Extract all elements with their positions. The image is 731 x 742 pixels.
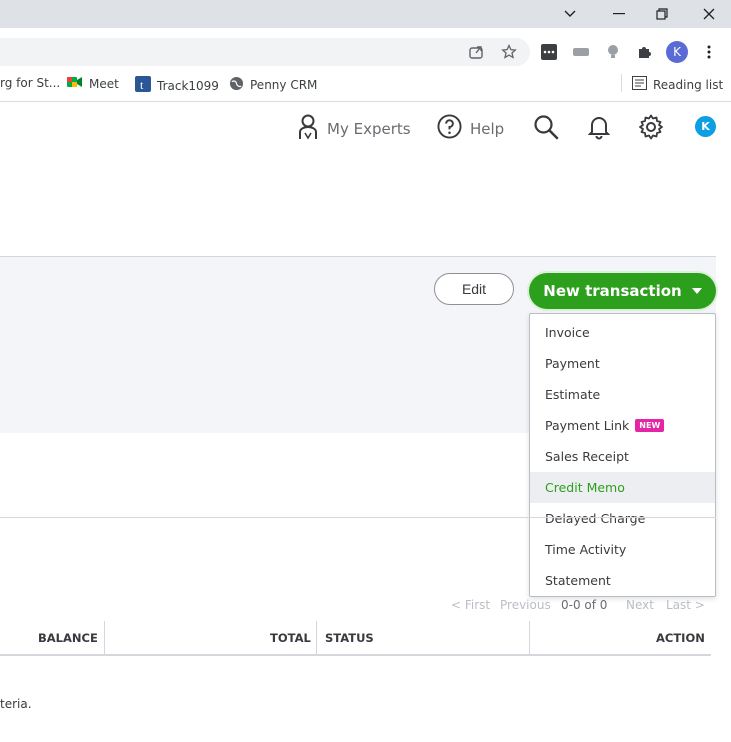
column-header-status[interactable]: STATUS [325, 621, 374, 654]
globe-icon [229, 76, 244, 94]
restore-icon[interactable] [651, 4, 673, 24]
notifications-bell-icon[interactable] [585, 113, 613, 141]
menu-item-label: Estimate [545, 387, 601, 402]
pagination-range: 0-0 of 0 [561, 598, 608, 612]
my-experts-label: My Experts [327, 120, 411, 138]
pagination-previous[interactable]: Previous [500, 598, 551, 612]
section-divider [0, 517, 716, 518]
browser-menu-icon[interactable] [698, 41, 720, 63]
bookmark-meet[interactable]: Meet [67, 76, 119, 91]
menu-item-label: Invoice [545, 325, 590, 340]
menu-item-delayed-charge[interactable]: Delayed Charge [530, 503, 715, 534]
settings-gear-icon[interactable] [637, 113, 665, 141]
extension-bulb-icon[interactable] [602, 41, 624, 63]
caret-down-icon [691, 288, 702, 294]
menu-item-label: Payment [545, 356, 600, 371]
menu-item-label: Delayed Charge [545, 511, 646, 526]
extension-dots-icon[interactable] [538, 41, 560, 63]
menu-item-label: Credit Memo [545, 480, 625, 495]
new-transaction-menu: Invoice Payment Estimate Payment Link NE… [529, 313, 716, 597]
bookmark-penny-crm[interactable]: Penny CRM [229, 76, 317, 94]
edit-button[interactable]: Edit [434, 273, 514, 305]
column-divider [104, 621, 105, 654]
track1099-icon: t [135, 76, 151, 95]
tab-search-chevron-icon[interactable] [559, 4, 581, 24]
bookmarks-bar: rg for St... Meet t Track1099 Penny CRM … [0, 66, 731, 102]
bookmark-star-icon[interactable] [498, 41, 520, 63]
menu-item-payment[interactable]: Payment [530, 348, 715, 379]
pagination-next[interactable]: Next [626, 598, 654, 612]
reading-list-button[interactable]: Reading list [632, 76, 723, 93]
close-window-icon[interactable] [698, 4, 720, 24]
bookmark-label: Track1099 [157, 78, 219, 93]
menu-item-label: Sales Receipt [545, 449, 629, 464]
column-divider [529, 621, 530, 654]
menu-item-invoice[interactable]: Invoice [530, 317, 715, 348]
column-divider [316, 621, 317, 654]
empty-table-message: teria. [0, 697, 32, 711]
bookmarks-divider [621, 74, 622, 92]
address-bar[interactable] [0, 38, 530, 66]
menu-item-estimate[interactable]: Estimate [530, 379, 715, 410]
bookmark-item[interactable]: rg for St... [0, 76, 60, 90]
menu-item-credit-memo[interactable]: Credit Memo [530, 472, 715, 503]
pagination-last[interactable]: Last > [666, 598, 705, 612]
new-transaction-label: New transaction [543, 282, 682, 300]
bookmark-track1099[interactable]: t Track1099 [135, 76, 219, 95]
pagination-first[interactable]: < First [451, 598, 490, 612]
reading-list-icon [632, 76, 647, 93]
new-transaction-button[interactable]: New transaction [529, 273, 716, 309]
meet-icon [67, 76, 83, 91]
bookmark-label: Meet [89, 76, 119, 91]
reading-list-label: Reading list [653, 77, 724, 92]
new-badge: NEW [635, 419, 665, 432]
help-question-icon [437, 114, 462, 143]
my-experts-link[interactable]: My Experts [297, 114, 411, 144]
column-header-balance[interactable]: BALANCE [38, 621, 98, 654]
extension-badge-icon[interactable] [570, 41, 592, 63]
minimize-icon[interactable] [608, 4, 630, 24]
column-header-total[interactable]: TOTAL [270, 621, 311, 654]
menu-item-label: Statement [545, 573, 611, 588]
column-header-action: ACTION [656, 630, 705, 645]
browser-titlebar [0, 0, 731, 28]
share-icon[interactable] [465, 41, 487, 63]
menu-item-label: Payment Link [545, 418, 630, 433]
bookmark-label: Penny CRM [250, 78, 318, 92]
expert-person-icon [297, 114, 319, 144]
search-icon[interactable] [532, 113, 560, 141]
menu-item-time-activity[interactable]: Time Activity [530, 534, 715, 565]
menu-item-payment-link[interactable]: Payment Link NEW [530, 410, 715, 441]
help-label: Help [470, 119, 505, 138]
menu-item-statement[interactable]: Statement [530, 565, 715, 596]
table-header: BALANCE TOTAL STATUS ACTION [0, 621, 711, 656]
help-link[interactable]: Help [437, 114, 504, 143]
extensions-puzzle-icon[interactable] [633, 41, 655, 63]
menu-item-sales-receipt[interactable]: Sales Receipt [530, 441, 715, 472]
bookmark-label: rg for St... [0, 76, 61, 90]
menu-item-label: Time Activity [545, 542, 627, 557]
browser-profile-avatar[interactable]: K [666, 41, 688, 63]
user-avatar[interactable]: K [695, 116, 716, 137]
